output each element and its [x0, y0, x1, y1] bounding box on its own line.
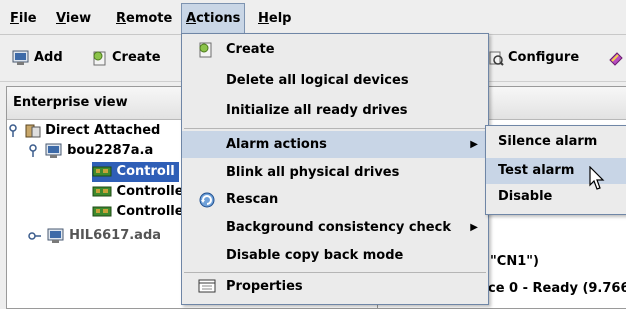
create-icon: [199, 42, 212, 58]
menu-remote[interactable]: Remote: [112, 7, 176, 31]
create-icon: [93, 51, 106, 65]
direct-attached-icon: [25, 124, 41, 137]
menu-file[interactable]: File: [6, 7, 41, 31]
expanded-handle-icon[interactable]: [28, 143, 40, 158]
menu-item-delete-all-logical-devices[interactable]: Delete all logical devices: [182, 68, 488, 94]
collapsed-handle-icon[interactable]: [28, 230, 42, 242]
menu-separator: [184, 128, 486, 129]
expanded-handle-icon[interactable]: [8, 123, 20, 138]
submenu-arrow-icon: ▶: [470, 139, 478, 150]
menu-item-background-consistency-check[interactable]: Background consistency check ▶: [182, 215, 488, 241]
server-icon: [47, 228, 64, 243]
controller-card-icon: [92, 186, 112, 196]
menu-item-disable-copy-back-mode[interactable]: Disable copy back mode: [182, 243, 488, 269]
device-detail-line1: "CN1"): [490, 254, 539, 269]
tree-host-bou2287a[interactable]: bou2287a.a: [28, 141, 153, 161]
properties-toolbar-button[interactable]: [608, 47, 626, 69]
menu-item-initialize-all-ready-drives[interactable]: Initialize all ready drives: [182, 98, 488, 124]
add-button[interactable]: Add: [12, 47, 63, 69]
menu-item-alarm-actions[interactable]: Alarm actions ▶: [182, 131, 488, 158]
submenu-item-silence-alarm[interactable]: Silence alarm: [486, 129, 626, 155]
tree-controller-2[interactable]: Controlle: [92, 182, 184, 202]
configure-icon: [489, 51, 504, 66]
tree-root-direct-attached[interactable]: Direct Attached: [8, 121, 160, 141]
menu-item-blink-all-physical-drives[interactable]: Blink all physical drives: [182, 160, 488, 186]
server-icon: [45, 143, 62, 158]
menu-help[interactable]: Help: [254, 7, 295, 31]
mouse-cursor-icon: [589, 166, 605, 190]
menu-separator: [184, 272, 486, 273]
menu-bar: File View Remote Actions Help: [0, 0, 626, 35]
properties-icon: [198, 279, 216, 293]
menu-actions[interactable]: Actions: [181, 3, 246, 34]
tree-host-hil6617[interactable]: HIL6617.ada: [28, 226, 161, 246]
controller-card-icon: [92, 166, 112, 176]
menu-item-properties[interactable]: Properties: [182, 274, 488, 300]
add-server-icon: [12, 50, 29, 65]
controller-card-icon: [92, 206, 112, 216]
tree-controller-selected[interactable]: Controll: [92, 162, 179, 182]
rescan-icon: [199, 192, 215, 208]
configure-button[interactable]: Configure: [488, 47, 579, 69]
menu-item-create[interactable]: Create: [182, 37, 488, 63]
create-button[interactable]: Create: [92, 47, 161, 69]
tree-controller-3[interactable]: Controlle: [92, 202, 184, 222]
actions-dropdown-menu: Create Delete all logical devices Initia…: [181, 33, 489, 305]
menu-item-rescan[interactable]: Rescan: [182, 187, 488, 213]
submenu-arrow-icon: ▶: [470, 222, 478, 233]
menu-view[interactable]: View: [52, 7, 95, 31]
book-icon: [609, 51, 623, 66]
device-detail-line2: ce 0 - Ready (9.766: [488, 281, 626, 296]
